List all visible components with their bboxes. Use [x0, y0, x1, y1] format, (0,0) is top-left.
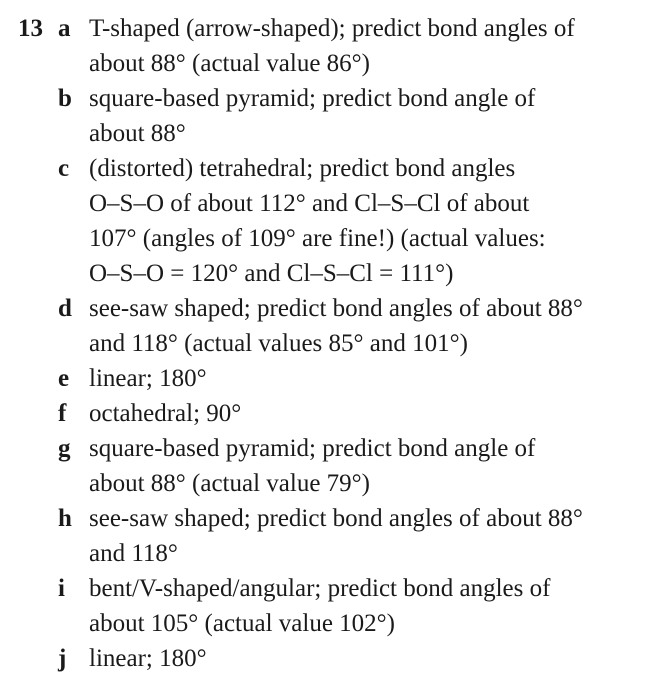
answer-letter: g: [58, 435, 71, 462]
answer-text: square-based pyramid; predict bond angle…: [89, 81, 648, 151]
answer-line: T-shaped (arrow-shaped); predict bond an…: [89, 15, 575, 42]
answer-line: O–S–O = 120° and Cl–S–Cl = 111°): [89, 260, 454, 287]
answer-letter: i: [58, 575, 65, 602]
answer-text: linear; 180°: [89, 361, 648, 396]
question-number: 13: [18, 15, 43, 42]
answer-line: and 118° (actual values 85° and 101°): [89, 330, 468, 357]
answer-text: see-saw shaped; predict bond angles of a…: [89, 291, 648, 361]
answer-letter: e: [58, 365, 70, 392]
answer-text: octahedral; 90°: [89, 396, 648, 431]
answer-line: 107° (angles of 109° are fine!) (actual …: [89, 225, 546, 252]
answer-line: about 88°: [89, 120, 186, 147]
answer-d: d see-saw shaped; predict bond angles of…: [58, 291, 648, 361]
answer-list: a T-shaped (arrow-shaped); predict bond …: [58, 11, 648, 676]
answer-letter: b: [58, 85, 72, 112]
answer-a: a T-shaped (arrow-shaped); predict bond …: [58, 11, 648, 81]
answer-g: g square-based pyramid; predict bond ang…: [58, 431, 648, 501]
answer-c: c (distorted) tetrahedral; predict bond …: [58, 151, 648, 291]
answer-line: and 118°: [89, 540, 178, 567]
answer-j: j linear; 180°: [58, 641, 648, 676]
answer-letter: a: [58, 15, 71, 42]
answer-text: see-saw shaped; predict bond angles of a…: [89, 501, 648, 571]
answer-letter: j: [58, 645, 67, 672]
answer-line: about 88° (actual value 79°): [89, 470, 371, 497]
answer-f: f octahedral; 90°: [58, 396, 648, 431]
answer-line: square-based pyramid; predict bond angle…: [89, 85, 536, 112]
answer-line: (distorted) tetrahedral; predict bond an…: [89, 155, 516, 182]
answer-page: 13 a T-shaped (arrow-shaped); predict bo…: [0, 0, 655, 688]
answer-line: octahedral; 90°: [89, 400, 242, 427]
answer-letter: c: [58, 155, 70, 182]
answer-line: linear; 180°: [89, 645, 207, 672]
answer-i: i bent/V-shaped/angular; predict bond an…: [58, 571, 648, 641]
answer-line: see-saw shaped; predict bond angles of a…: [89, 505, 583, 532]
answer-text: bent/V-shaped/angular; predict bond angl…: [89, 571, 648, 641]
answer-line: O–S–O of about 112° and Cl–S–Cl of about: [89, 190, 530, 217]
answer-text: (distorted) tetrahedral; predict bond an…: [89, 151, 648, 291]
answer-e: e linear; 180°: [58, 361, 648, 396]
answer-letter: f: [58, 400, 67, 427]
answer-b: b square-based pyramid; predict bond ang…: [58, 81, 648, 151]
answer-text: linear; 180°: [89, 641, 648, 676]
answer-letter: h: [58, 505, 72, 532]
answer-letter: d: [58, 295, 72, 322]
answer-line: bent/V-shaped/angular; predict bond angl…: [89, 575, 551, 602]
answer-line: about 88° (actual value 86°): [89, 50, 371, 77]
answer-text: T-shaped (arrow-shaped); predict bond an…: [89, 11, 648, 81]
answer-line: about 105° (actual value 102°): [89, 610, 396, 637]
answer-line: linear; 180°: [89, 365, 207, 392]
answer-text: square-based pyramid; predict bond angle…: [89, 431, 648, 501]
answer-line: square-based pyramid; predict bond angle…: [89, 435, 536, 462]
answer-h: h see-saw shaped; predict bond angles of…: [58, 501, 648, 571]
answer-line: see-saw shaped; predict bond angles of a…: [89, 295, 583, 322]
